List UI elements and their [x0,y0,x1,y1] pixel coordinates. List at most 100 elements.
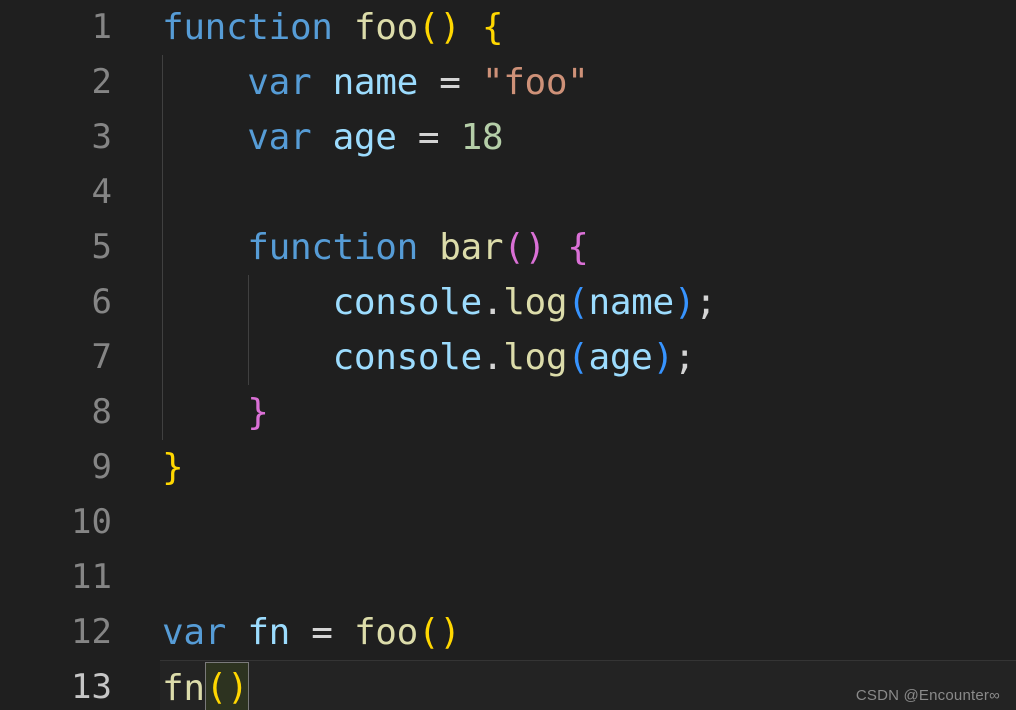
code-token: var [247,62,312,103]
code-line[interactable]: 8 } [0,385,1016,440]
code-line-content[interactable]: function foo() { [160,0,1016,55]
code-text[interactable]: console.log(name); [162,275,717,330]
code-line-content[interactable]: function bar() { [160,220,1016,275]
indent-guide-level-1 [162,55,163,440]
code-line[interactable]: 12 var fn = foo() [0,605,1016,660]
code-token: age [332,117,397,158]
code-token: () [503,227,546,268]
code-token: age [588,337,653,378]
code-line-content[interactable] [160,495,1016,550]
code-line[interactable]: 3 var age = 18 [0,110,1016,165]
code-token: () [417,612,461,653]
code-line[interactable]: 4 [0,165,1016,220]
code-token: function [247,227,418,268]
code-line-content[interactable]: } [160,440,1016,495]
code-token: function [162,7,333,48]
code-token: console [332,282,483,323]
code-token: = [439,62,461,103]
line-number[interactable]: 11 [0,550,112,605]
code-line-content[interactable]: var age = 18 [160,110,1016,165]
code-line-content[interactable]: console.log(name); [160,275,1016,330]
code-text[interactable]: } [162,385,269,440]
code-text[interactable]: function foo() { [162,0,504,55]
code-token: name [588,282,675,323]
selected-token: () [204,662,250,710]
code-token: console [332,337,483,378]
code-text[interactable]: var age = 18 [162,110,503,165]
code-line[interactable]: 1 function foo() { [0,0,1016,55]
code-token: fn [247,612,290,653]
code-line[interactable]: 7 console.log(age); [0,330,1016,385]
editor-lines[interactable]: 1 function foo() {2 var name = "foo" 3 var… [0,0,1016,710]
code-line[interactable]: 5 function bar() { [0,220,1016,275]
code-line[interactable]: 11 [0,550,1016,605]
line-number[interactable]: 7 [0,330,112,385]
code-token: ; [673,337,696,378]
code-token: log [503,337,568,378]
code-line[interactable]: 6 console.log(name); [0,275,1016,330]
code-token: foo [353,612,418,653]
code-token: () [417,7,461,48]
code-token: bar [439,227,504,268]
line-number[interactable]: 1 [0,0,112,55]
line-number[interactable]: 9 [0,440,112,495]
code-token: fn [162,668,205,709]
code-line[interactable]: 9} [0,440,1016,495]
code-line-content[interactable]: var name = "foo" [160,55,1016,110]
code-token: ) [652,337,675,378]
code-token: { [481,7,504,48]
code-line[interactable]: 2 var name = "foo" [0,55,1016,110]
line-number[interactable]: 6 [0,275,112,330]
code-line-content[interactable] [160,165,1016,220]
line-number[interactable]: 5 [0,220,112,275]
code-line-content[interactable]: console.log(age); [160,330,1016,385]
code-token: = [417,117,440,158]
watermark-label: CSDN @Encounter∞ [855,687,1000,704]
code-text[interactable]: fn() [162,661,250,710]
code-token: "foo" [481,62,589,103]
code-text[interactable]: function bar() { [162,220,589,275]
code-token: 18 [460,117,504,158]
line-number[interactable]: 2 [0,55,112,110]
code-token: { [567,227,589,268]
line-number[interactable]: 3 [0,110,112,165]
code-line-content[interactable]: var fn = foo() [160,605,1016,660]
code-text[interactable]: var name = "foo" [162,55,589,110]
code-token: var [247,117,312,158]
code-text[interactable]: console.log(age); [162,330,696,385]
code-line-content[interactable]: } [160,385,1016,440]
line-number[interactable]: 12 [0,605,112,660]
line-number[interactable]: 10 [0,495,112,550]
code-token: } [162,447,184,488]
code-line-content[interactable] [160,550,1016,605]
code-token: log [503,282,568,323]
code-token: name [332,62,419,103]
code-line[interactable]: 10 [0,495,1016,550]
code-token: foo [353,7,418,48]
code-editor[interactable]: 1 function foo() {2 var name = "foo" 3 var… [0,0,1016,710]
code-token: . [481,282,504,323]
indent-guide-level-2 [248,275,249,385]
code-token: ) [673,282,696,323]
line-number[interactable]: 4 [0,165,112,220]
code-text[interactable]: var fn = foo() [162,605,461,660]
code-text[interactable]: } [162,440,184,495]
line-number[interactable]: 8 [0,385,112,440]
code-token: ; [695,282,717,323]
line-number[interactable]: 13 [0,660,112,710]
code-token: = [311,612,333,653]
code-token: . [481,337,504,378]
